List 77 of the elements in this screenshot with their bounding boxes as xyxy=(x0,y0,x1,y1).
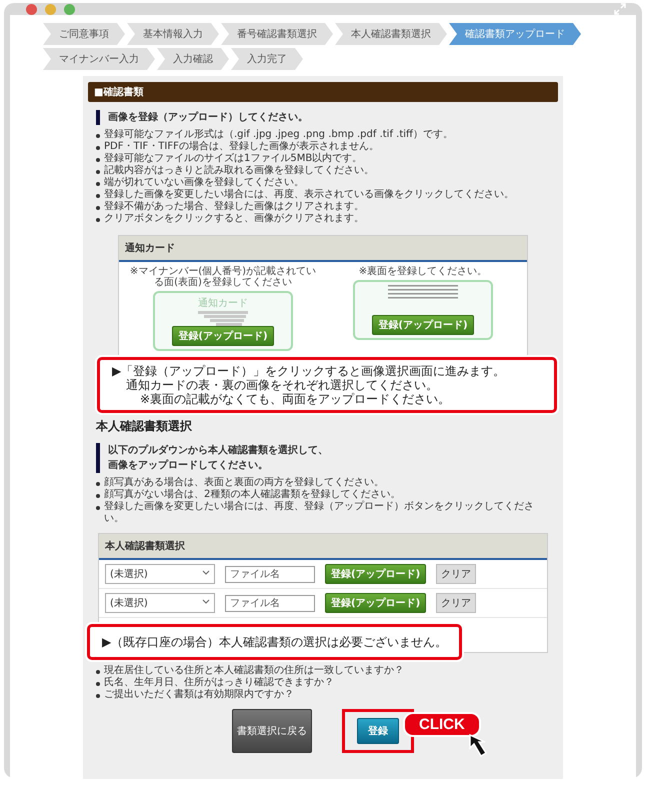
submit-button[interactable]: 登録 xyxy=(357,718,399,744)
upload-button[interactable]: 登録(アップロード) xyxy=(325,593,426,613)
upload-button[interactable]: 登録(アップロード) xyxy=(325,564,426,584)
bullet-icon xyxy=(96,170,100,174)
heading-bar xyxy=(96,110,100,125)
maximize-icon[interactable] xyxy=(64,4,75,14)
back-button[interactable]: 書類選択に戻る xyxy=(232,709,312,753)
progress-step[interactable]: 基本情報入力 xyxy=(127,23,219,45)
note-text: ご提出いただく書類は有効期限内ですか？ xyxy=(104,689,294,701)
bullet-icon xyxy=(96,694,100,698)
note-text: 記載内容がはっきりと読み取れる画像を登録してください。 xyxy=(104,165,374,176)
progress-step[interactable]: 確認書類アップロード xyxy=(449,23,581,45)
bullet-icon xyxy=(96,206,100,210)
callout-text: ※裏面の記載がなくても、両面をアップロードください。 xyxy=(139,392,452,406)
note-text: 登録可能なファイルのサイズは1ファイル5MB以内です。 xyxy=(104,153,362,164)
upload-button[interactable]: 登録(アップロード) xyxy=(372,315,474,335)
bullet-icon xyxy=(96,134,100,138)
note-text: 登録可能なファイル形式は（.gif .jpg .jpeg .png .bmp .pdf .tif .tiff）です。 xyxy=(104,129,453,140)
fine-print-icon xyxy=(388,285,458,299)
close-icon[interactable] xyxy=(26,4,37,14)
callout-text: ▶（既存口座の場合）本人確認書類の選択は必要ございません。 xyxy=(102,635,448,649)
progress-step[interactable]: 本人確認書類選択 xyxy=(335,23,447,45)
callout-text: 通知カードの表・裏の画像をそれぞれ選択してください。 xyxy=(125,378,439,392)
bullet-icon xyxy=(96,218,100,222)
bullet-icon xyxy=(96,670,100,674)
upload-button[interactable]: 登録(アップロード) xyxy=(172,326,274,346)
bullet-icon xyxy=(96,182,100,186)
note-text: 現在居住している住所と本人確認書類の住所は一致していますか？ xyxy=(104,665,404,676)
clear-button[interactable]: クリア xyxy=(436,593,476,613)
panel-title: 本人確認書類選択 xyxy=(99,534,547,560)
progress-step[interactable]: 入力完了 xyxy=(231,48,303,70)
card-label: 通知カード xyxy=(198,296,248,310)
progress-step[interactable]: 入力確認 xyxy=(157,48,229,70)
bullet-icon xyxy=(96,494,100,498)
section-heading: 画像を登録（アップロード）してください。 xyxy=(108,110,308,125)
expand-icon[interactable] xyxy=(614,3,626,15)
section-header: ■確認書類 xyxy=(88,82,558,102)
panel-title: 通知カード xyxy=(119,236,527,262)
select-value: (未選択) xyxy=(110,568,148,581)
card-front-drawing[interactable]: 通知カード 登録(アップロード) xyxy=(153,291,293,351)
note-text: 登録した画像を変更したい場合には、再度、表示されている画像をクリックしてください。 xyxy=(104,189,514,201)
bullet-icon xyxy=(96,482,100,486)
minimize-icon[interactable] xyxy=(45,4,56,14)
bullet-icon xyxy=(96,506,100,510)
heading-bar xyxy=(96,443,100,473)
note-text: 登録不備があった場合、登録した画像はクリアされます。 xyxy=(104,201,364,213)
note-text: 端が切れていない画像を登録してください。 xyxy=(104,177,304,188)
cursor-arrow-icon xyxy=(469,734,487,758)
callout-text: ▶「登録（アップロード）」をクリックすると画像選択画面に進みます。 xyxy=(112,364,506,378)
note-text: 顔写真がない場合は、2種類の本人確認書類を登録してください。 xyxy=(104,489,400,500)
bullet-icon xyxy=(96,682,100,686)
progress-step[interactable]: ご同意事項 xyxy=(43,23,125,45)
chevron-down-icon xyxy=(202,570,210,576)
section-title: 本人確認書類選択 xyxy=(96,418,193,435)
chevron-down-icon xyxy=(202,599,210,605)
note-text: 顔写真がある場合は、表面と裏面の両方を登録してください。 xyxy=(104,477,384,488)
bullet-icon xyxy=(96,146,100,150)
bullet-icon xyxy=(96,158,100,162)
document-select[interactable]: (未選択) xyxy=(105,593,215,613)
note-text: 氏名、生年月日、住所がはっきり確認できますか？ xyxy=(104,677,334,688)
click-badge: CLICK xyxy=(403,712,481,737)
card-caption: ※裏面を登録してください。 xyxy=(358,266,488,277)
select-value: (未選択) xyxy=(110,596,148,610)
clear-button[interactable]: クリア xyxy=(436,564,476,584)
file-name-field[interactable]: ファイル名 xyxy=(225,566,315,582)
card-back-drawing[interactable]: 登録(アップロード) xyxy=(353,280,493,340)
note-text: PDF・TIF・TIFFの場合は、登録した画像が表示されません。 xyxy=(104,141,379,152)
bullet-icon xyxy=(96,194,100,198)
file-name-field[interactable]: ファイル名 xyxy=(225,594,315,612)
document-select[interactable]: (未選択) xyxy=(105,564,215,584)
progress-step[interactable]: マイナンバー入力 xyxy=(43,48,155,70)
card-caption: ※マイナンバー(個人番号)が記載されている面(表面)を登録してください xyxy=(129,266,317,288)
note-text: 登録した画像を変更したい場合には、再度、登録（アップロード）ボタンをクリックしてください。 xyxy=(104,501,535,525)
section-heading: 以下のプルダウンから本人確認書類を選択して、 画像をアップロードしてください。 xyxy=(108,443,328,473)
blurred-text-icon xyxy=(198,310,248,326)
note-text: クリアボタンをクリックすると、画像がクリアされます。 xyxy=(104,213,364,225)
progress-step[interactable]: 番号確認書類選択 xyxy=(221,23,333,45)
